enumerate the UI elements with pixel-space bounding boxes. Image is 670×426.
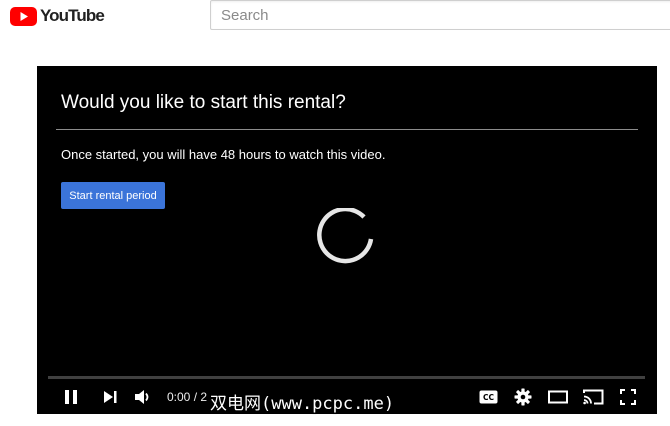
time-display: 0:00 / 2 (167, 390, 208, 404)
loading-spinner-icon (317, 208, 374, 264)
masthead: YouTube (0, 0, 670, 40)
progress-bar[interactable] (48, 376, 645, 379)
settings-button[interactable] (510, 384, 536, 410)
watermark-text: 双电网(www.pcpc.me) (210, 394, 395, 414)
rental-dialog-divider (56, 129, 638, 130)
svg-text:CC: CC (482, 393, 494, 402)
next-button[interactable] (97, 384, 123, 410)
rental-dialog-title: Would you like to start this rental? (61, 92, 346, 113)
gear-icon (514, 388, 532, 406)
captions-button[interactable]: CC (475, 384, 501, 410)
skip-next-icon (103, 391, 116, 403)
pause-button[interactable] (58, 384, 84, 410)
start-rental-button[interactable]: Start rental period (61, 182, 165, 209)
closed-captions-icon: CC (479, 390, 497, 404)
rental-dialog-description: Once started, you will have 48 hours to … (61, 147, 386, 162)
volume-button[interactable] (129, 384, 155, 410)
fullscreen-icon (620, 389, 636, 405)
volume-icon (134, 390, 148, 404)
youtube-play-icon (10, 6, 37, 26)
youtube-logo[interactable]: YouTube (10, 6, 105, 26)
pause-icon (65, 390, 77, 404)
fullscreen-button[interactable] (615, 384, 641, 410)
theater-mode-icon (548, 390, 568, 404)
search-input[interactable] (211, 1, 670, 29)
cast-icon (582, 389, 603, 405)
logo-text: YouTube (40, 6, 105, 25)
search-box[interactable] (210, 0, 670, 30)
video-player[interactable]: Would you like to start this rental? Onc… (37, 66, 657, 414)
theater-mode-button[interactable] (545, 384, 571, 410)
cast-button[interactable] (580, 384, 606, 410)
